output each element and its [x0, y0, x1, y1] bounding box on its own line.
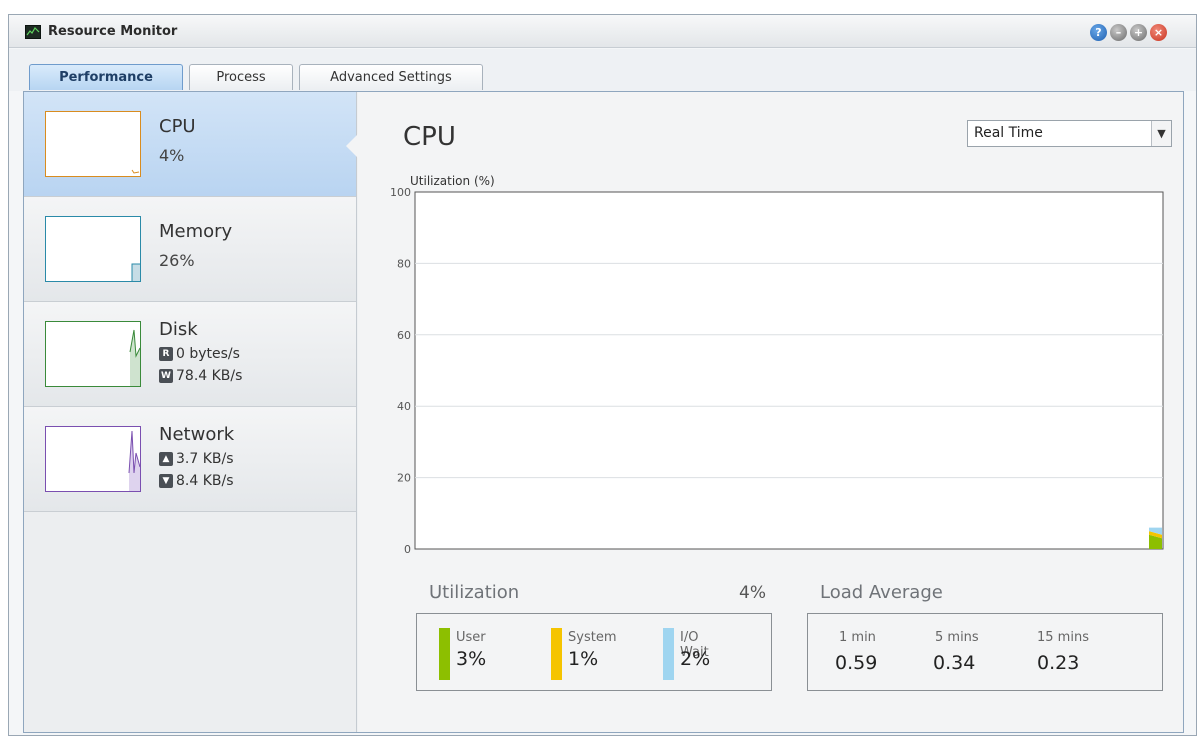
stat-system-label: System [568, 630, 617, 645]
window-title: Resource Monitor [48, 24, 178, 39]
write-icon: W [159, 369, 173, 383]
load-15min-value: 0.23 [1037, 652, 1080, 674]
user-color-bar [439, 628, 450, 680]
disk-write-value: 78.4 KB/s [176, 368, 243, 384]
cpu-thumbnail-graph [45, 111, 141, 177]
disk-read-value: 0 bytes/s [176, 346, 240, 362]
resource-sidebar: CPU 4% Memory 26% Disk R 0 bytes/s W 78.… [24, 92, 358, 732]
cpu-value: 4% [159, 146, 185, 165]
load-5min-value: 0.34 [933, 652, 976, 674]
minimize-icon[interactable]: – [1110, 24, 1127, 41]
load-15min-label: 15 mins [1037, 630, 1089, 645]
stat-user-label: User [456, 630, 486, 645]
maximize-icon[interactable]: + [1130, 24, 1147, 41]
io-wait-color-bar [663, 628, 674, 680]
sidebar-item-memory[interactable]: Memory 26% [24, 197, 356, 302]
network-label: Network [159, 424, 235, 445]
memory-value: 26% [159, 251, 195, 270]
system-color-bar [551, 628, 562, 680]
memory-thumbnail-graph [45, 216, 141, 282]
network-thumbnail-graph [45, 426, 141, 492]
stat-io-wait-value: 2% [680, 648, 711, 670]
upload-arrow-icon: ▲ [159, 452, 173, 466]
close-icon[interactable]: × [1150, 24, 1167, 41]
disk-read-row: R 0 bytes/s [159, 346, 240, 362]
cpu-detail-panel: CPU Real Time ▼ Utilization (%) 0 20 40 60 8… [358, 92, 1183, 732]
chart-y-tick-label: 40 [397, 400, 411, 413]
chart-y-tick-label: 80 [397, 257, 411, 270]
network-download-row: ▼ 8.4 KB/s [159, 473, 234, 489]
resource-monitor-app-icon [25, 25, 41, 39]
title-bar: Resource Monitor ? – + × [9, 15, 1196, 48]
read-icon: R [159, 347, 173, 361]
utilization-total: 4% [739, 583, 766, 603]
sidebar-item-disk[interactable]: Disk R 0 bytes/s W 78.4 KB/s [24, 302, 356, 407]
help-icon[interactable]: ? [1090, 24, 1107, 41]
chart-y-tick-label: 60 [397, 329, 411, 342]
utilization-title: Utilization [429, 582, 520, 603]
load-average-title: Load Average [820, 582, 943, 603]
disk-thumbnail-graph [45, 321, 141, 387]
chart-plot-area [414, 191, 1164, 550]
memory-label: Memory [159, 221, 233, 242]
load-1min-label: 1 min [839, 630, 876, 645]
stat-system-value: 1% [568, 648, 599, 670]
chart-y-tick-label: 0 [404, 543, 411, 556]
tab-process[interactable]: Process [189, 64, 293, 90]
sidebar-item-cpu[interactable]: CPU 4% [24, 92, 356, 197]
cpu-label: CPU [159, 116, 196, 137]
download-arrow-icon: ▼ [159, 474, 173, 488]
resource-monitor-window: Resource Monitor ? – + × Performance Pro… [8, 14, 1197, 736]
chart-y-tick-label: 100 [390, 186, 411, 199]
network-upload-value: 3.7 KB/s [176, 451, 234, 467]
network-download-value: 8.4 KB/s [176, 473, 234, 489]
tab-performance[interactable]: Performance [29, 64, 183, 90]
stat-user-value: 3% [456, 648, 487, 670]
disk-write-row: W 78.4 KB/s [159, 368, 242, 384]
tab-bar: Performance Process Advanced Settings [9, 49, 1196, 91]
disk-label: Disk [159, 319, 198, 340]
tab-advanced-settings[interactable]: Advanced Settings [299, 64, 483, 90]
utilization-breakdown-box: User 3% System 1% I/O Wait 2% [416, 613, 772, 691]
chart-y-tick-label: 20 [397, 472, 411, 485]
load-5min-label: 5 mins [935, 630, 979, 645]
load-1min-value: 0.59 [835, 652, 878, 674]
network-upload-row: ▲ 3.7 KB/s [159, 451, 234, 467]
load-average-box: 1 min 0.59 5 mins 0.34 15 mins 0.23 [807, 613, 1163, 691]
selection-pointer [346, 134, 358, 158]
performance-panel: CPU 4% Memory 26% Disk R 0 bytes/s W 78.… [23, 91, 1184, 733]
sidebar-item-network[interactable]: Network ▲ 3.7 KB/s ▼ 8.4 KB/s [24, 407, 356, 512]
cpu-utilization-chart: 0 20 40 60 80 100 [390, 186, 1164, 556]
